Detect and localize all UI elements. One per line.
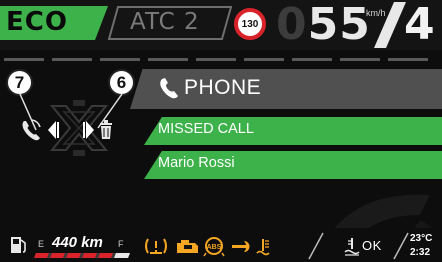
speed-limit-value: 130 [241,18,259,30]
separator-dash [52,58,92,61]
warning-icons: ABS [145,237,270,257]
separator-dashes [0,58,442,61]
left-arrow-icon [48,121,56,139]
speedometer: 055 [276,0,371,50]
phone-icon [160,78,178,99]
service-wrench-icon [232,241,250,252]
fuel-level-bar [34,253,130,258]
engine-warning-icon [177,240,198,253]
gear-indicator: 4 [404,0,435,50]
bottom-divider [393,232,409,260]
separator-dash [340,58,380,61]
riding-mode-label: ECO [6,7,68,37]
separator-dash [4,58,44,61]
menu-item-label: Mario Rossi [158,155,235,171]
menu-item-label: MISSED CALL [158,121,254,137]
call-back-icon[interactable] [20,117,60,143]
fuel-full-label: F [118,239,124,249]
separator-dash [196,58,236,61]
speed-leading-digit: 0 [276,0,308,50]
fuel-range: 440 km [52,234,103,251]
dashboard-screen: ECO ATC 2 130 055 km/h 4 7 6 PHONE MISSE… [0,0,442,262]
gear-divider [374,2,406,48]
svg-text:ABS: ABS [207,244,222,251]
ice-status: OK [362,238,382,253]
speed-value: 55 [307,0,371,50]
separator-dash [388,58,428,61]
separator-dash [292,58,332,61]
separator-dash [148,58,188,61]
abs-warning-icon: ABS [203,237,225,257]
ambient-temperature: 23°C [410,233,433,244]
clock: 2:32 [410,247,431,258]
fuel-pump-icon [11,237,26,253]
ice-warning-icon [344,238,360,256]
fuel-empty-label: E [38,239,45,249]
right-arrow-icon [86,121,94,139]
speed-limit-sign: 130 [234,8,266,40]
traction-control-label: ATC 2 [130,9,200,35]
separator-dash [100,58,140,61]
navigation-cross [19,93,123,156]
bottom-divider [308,232,324,260]
menu-title: PHONE [184,76,262,99]
tyre-pressure-warning-icon [145,238,167,254]
separator-dash [244,58,284,61]
oil-temperature-icon [256,239,270,256]
trash-icon[interactable] [82,117,116,143]
